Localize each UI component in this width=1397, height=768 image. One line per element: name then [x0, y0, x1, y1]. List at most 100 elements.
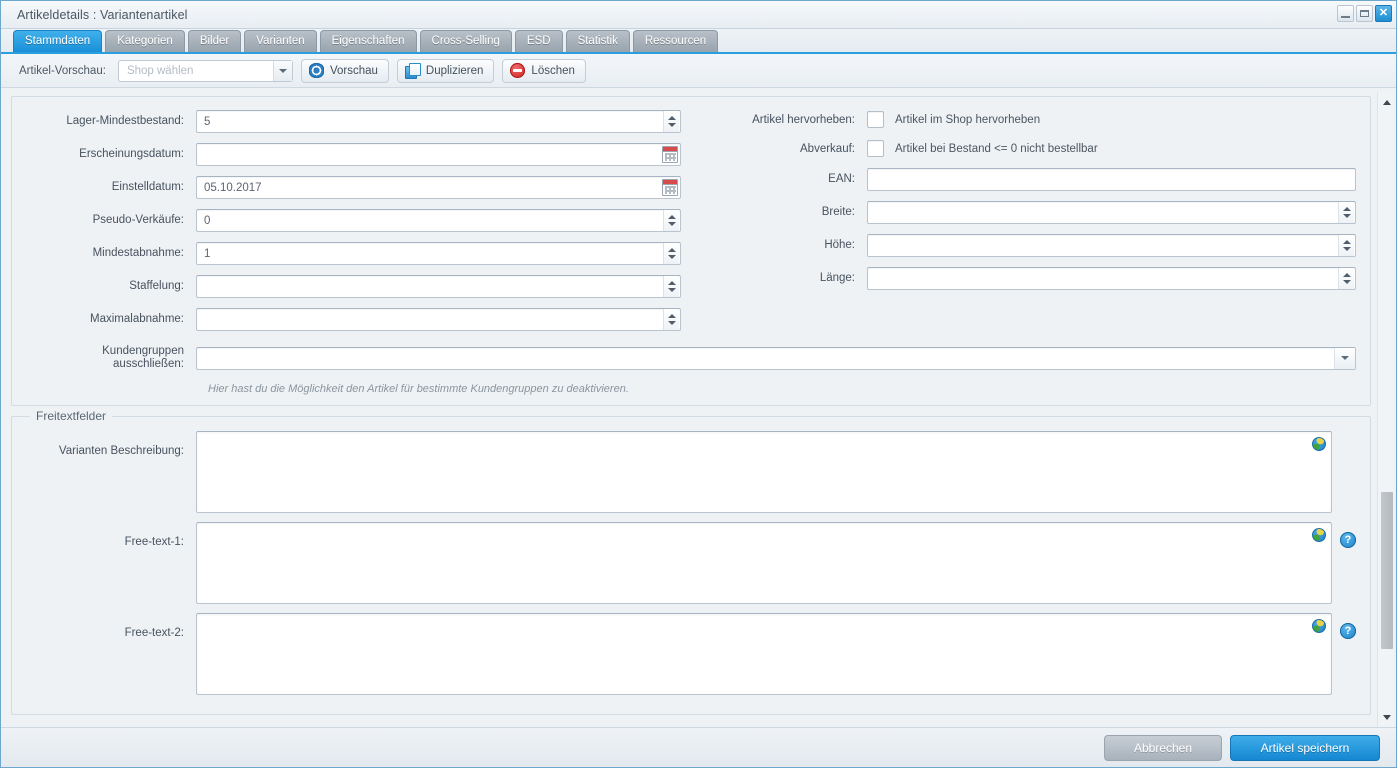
help-icon[interactable]: ?	[1340, 623, 1356, 639]
input-lager-mindestbestand[interactable]: 5	[196, 110, 681, 133]
input-einstelldatum[interactable]: 05.10.2017	[196, 176, 681, 199]
chevron-down-icon[interactable]	[1334, 347, 1355, 369]
value-mindestabnahme: 1	[204, 247, 211, 260]
spinner-pseudo-verkaeufe[interactable]	[663, 210, 679, 231]
eye-icon	[308, 63, 324, 78]
checkbox-label-artikel-hervorheben: Artikel im Shop hervorheben	[895, 113, 1041, 126]
tab-esd[interactable]: ESD	[514, 30, 563, 52]
close-icon[interactable]: ✕	[1375, 5, 1392, 22]
field-row-abverkauf: Abverkauf: Artikel bei Bestand <= 0 nich…	[697, 134, 1356, 163]
input-pseudo-verkaeufe[interactable]: 0	[196, 209, 681, 232]
field-row-ean: EAN:	[697, 163, 1356, 196]
content-area: Lager-Mindestbestand: 5 Erscheinungsdatu…	[1, 88, 1396, 727]
label-erscheinungsdatum: Erscheinungsdatum:	[79, 148, 184, 160]
delete-button[interactable]: Löschen	[502, 58, 586, 83]
input-laenge[interactable]	[867, 267, 1356, 290]
tab-eigenschaften[interactable]: Eigenschaften	[319, 30, 417, 52]
duplicate-button[interactable]: Duplizieren	[396, 58, 495, 83]
freetext-legend: Freitextfelder	[30, 409, 113, 423]
field-row-lager-mindestbestand: Lager-Mindestbestand: 5	[26, 105, 681, 138]
preview-button[interactable]: Vorschau	[300, 58, 389, 83]
input-kundengruppen-ausschliessen[interactable]	[196, 346, 1356, 370]
shop-select[interactable]: Shop wählen	[117, 59, 293, 82]
spinner-lager-mindestbestand[interactable]	[663, 111, 679, 132]
value-lager-mindestbestand: 5	[204, 115, 211, 128]
tab-bar: Stammdaten Kategorien Bilder Varianten E…	[1, 29, 1396, 54]
label-einstelldatum: Einstelldatum:	[111, 181, 184, 193]
input-maximalabnahme[interactable]	[196, 308, 681, 331]
chevron-down-icon[interactable]	[272, 60, 292, 81]
field-row-mindestabnahme: Mindestabnahme: 1	[26, 237, 681, 270]
calendar-icon[interactable]	[662, 146, 678, 163]
scroll-up-icon[interactable]	[1378, 94, 1395, 110]
window-controls: ✕	[1337, 5, 1392, 22]
input-erscheinungsdatum[interactable]	[196, 143, 681, 166]
delete-circle-icon	[510, 63, 526, 78]
label-artikel-hervorheben: Artikel hervorheben:	[752, 113, 855, 126]
value-einstelldatum: 05.10.2017	[204, 181, 262, 194]
input-staffelung[interactable]	[196, 275, 681, 298]
field-row-varianten-beschreibung: Varianten Beschreibung:	[26, 431, 1356, 513]
field-row-kundengruppen-ausschliessen: Kundengruppen ausschließen:	[26, 336, 1356, 380]
textarea-free-text-2[interactable]	[196, 613, 1332, 695]
textarea-varianten-beschreibung[interactable]	[196, 431, 1332, 513]
spinner-maximalabnahme[interactable]	[663, 309, 679, 330]
vertical-scrollbar[interactable]	[1377, 92, 1394, 727]
minimize-icon[interactable]	[1337, 5, 1354, 22]
label-mindestabnahme: Mindestabnahme:	[92, 247, 184, 259]
checkbox-abverkauf[interactable]	[867, 140, 884, 157]
label-varianten-beschreibung: Varianten Beschreibung:	[58, 445, 184, 457]
form-column-left: Lager-Mindestbestand: 5 Erscheinungsdatu…	[26, 105, 691, 336]
checkbox-artikel-hervorheben[interactable]	[867, 111, 884, 128]
hint-kundengruppen-ausschliessen: Hier hast du die Möglichkeit den Artikel…	[208, 383, 629, 395]
form-columns: Lager-Mindestbestand: 5 Erscheinungsdatu…	[26, 105, 1356, 336]
field-row-staffelung: Staffelung:	[26, 270, 681, 303]
label-kundengruppen-line1: Kundengruppen	[102, 345, 184, 357]
freetext-fields-panel: Freitextfelder Varianten Beschreibung: F…	[11, 409, 1371, 715]
field-row-breite: Breite:	[697, 196, 1356, 229]
tab-statistik[interactable]: Statistik	[565, 30, 630, 52]
tab-ressourcen[interactable]: Ressourcen	[632, 30, 719, 52]
globe-icon[interactable]	[1312, 619, 1326, 633]
help-icon[interactable]: ?	[1340, 532, 1356, 548]
scrollbar-thumb[interactable]	[1381, 492, 1393, 649]
label-laenge: Länge:	[819, 272, 855, 284]
textarea-free-text-1[interactable]	[196, 522, 1332, 604]
input-breite[interactable]	[867, 201, 1356, 224]
tab-stammdaten[interactable]: Stammdaten	[13, 30, 103, 52]
field-row-free-text-1: Free-text-1: ?	[26, 522, 1356, 604]
save-article-button[interactable]: Artikel speichern	[1230, 734, 1380, 761]
field-row-maximalabnahme: Maximalabnahme:	[26, 303, 681, 336]
duplicate-button-label: Duplizieren	[425, 64, 484, 77]
spinner-breite[interactable]	[1338, 202, 1354, 223]
input-ean[interactable]	[867, 168, 1356, 191]
tab-varianten[interactable]: Varianten	[244, 30, 317, 52]
tab-kategorien[interactable]: Kategorien	[105, 30, 185, 52]
label-pseudo-verkaeufe: Pseudo-Verkäufe:	[92, 214, 184, 226]
globe-icon[interactable]	[1312, 437, 1326, 451]
label-breite: Breite:	[821, 206, 855, 218]
label-free-text-1: Free-text-1:	[124, 536, 184, 548]
spinner-laenge[interactable]	[1338, 268, 1354, 289]
input-hoehe[interactable]	[867, 234, 1356, 257]
input-mindestabnahme[interactable]: 1	[196, 242, 681, 265]
value-pseudo-verkaeufe: 0	[204, 214, 211, 227]
window-titlebar: Artikeldetails : Variantenartikel ✕	[1, 1, 1396, 29]
calendar-icon[interactable]	[662, 179, 678, 196]
checkbox-label-abverkauf: Artikel bei Bestand <= 0 nicht bestellba…	[895, 142, 1098, 155]
maximize-icon[interactable]	[1356, 5, 1373, 22]
label-abverkauf: Abverkauf:	[800, 142, 855, 155]
label-maximalabnahme: Maximalabnahme:	[90, 313, 184, 325]
article-preview-toolbar: Artikel-Vorschau: Shop wählen Vorschau D…	[1, 54, 1396, 88]
tab-cross-selling[interactable]: Cross-Selling	[419, 30, 512, 52]
field-row-artikel-hervorheben: Artikel hervorheben: Artikel im Shop her…	[697, 105, 1356, 134]
label-kundengruppen-line2: ausschließen:	[113, 358, 184, 370]
spinner-mindestabnahme[interactable]	[663, 243, 679, 264]
spinner-staffelung[interactable]	[663, 276, 679, 297]
scroll-down-icon[interactable]	[1378, 709, 1395, 725]
tab-bilder[interactable]: Bilder	[187, 30, 242, 52]
field-row-pseudo-verkaeufe: Pseudo-Verkäufe: 0	[26, 204, 681, 237]
spinner-hoehe[interactable]	[1338, 235, 1354, 256]
cancel-button[interactable]: Abbrechen	[1104, 734, 1222, 761]
globe-icon[interactable]	[1312, 528, 1326, 542]
